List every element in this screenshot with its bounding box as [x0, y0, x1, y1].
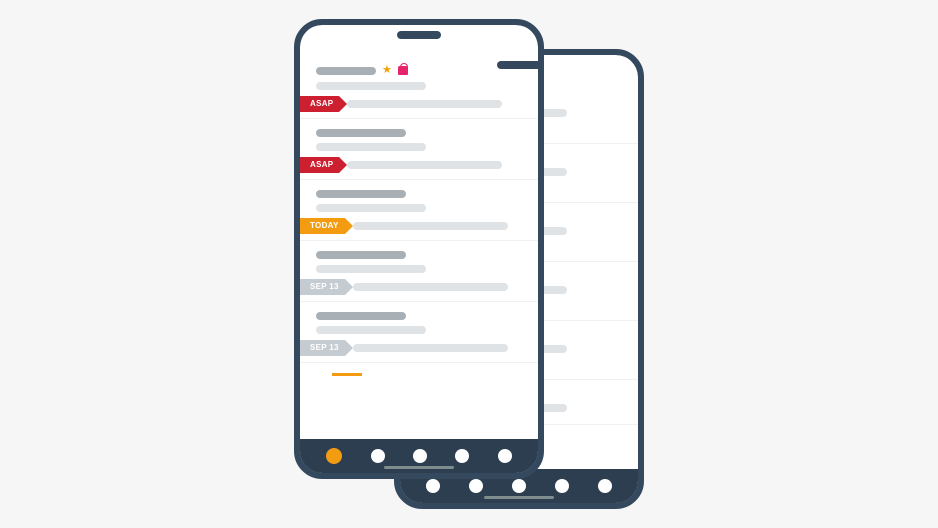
- skeleton-line: [353, 344, 508, 352]
- nav-tab[interactable]: [455, 449, 469, 463]
- skeleton-title: [316, 190, 406, 198]
- skeleton-line: [353, 222, 508, 230]
- nav-tab[interactable]: [512, 479, 526, 493]
- skeleton-line: [316, 204, 426, 212]
- nav-tab[interactable]: [498, 449, 512, 463]
- device-mockup-stage: ★ ASAP ASAP: [294, 19, 644, 509]
- home-indicator: [484, 496, 554, 499]
- notch: [397, 31, 441, 39]
- nav-tab-active[interactable]: [326, 448, 342, 464]
- phone-front: ★ ASAP ASAP: [294, 19, 544, 479]
- priority-tag-today: TODAY: [300, 218, 345, 234]
- accent-strip: [332, 373, 362, 376]
- nav-tab[interactable]: [555, 479, 569, 493]
- notch: [497, 61, 541, 69]
- list-item[interactable]: [300, 363, 538, 376]
- skeleton-title: [316, 312, 406, 320]
- list-item[interactable]: TODAY: [300, 180, 538, 241]
- bag-icon: [398, 66, 408, 75]
- skeleton-line: [316, 265, 426, 273]
- skeleton-line: [347, 161, 502, 169]
- skeleton-line: [316, 82, 426, 90]
- list-item[interactable]: ASAP: [300, 119, 538, 180]
- star-icon: ★: [382, 65, 392, 76]
- skeleton-line: [316, 326, 426, 334]
- nav-tab[interactable]: [598, 479, 612, 493]
- nav-tab[interactable]: [469, 479, 483, 493]
- skeleton-title: [316, 129, 406, 137]
- skeleton-title: [316, 251, 406, 259]
- skeleton-line: [316, 143, 426, 151]
- date-tag: SEP 13: [300, 279, 345, 295]
- skeleton-title: [316, 67, 376, 75]
- priority-tag-asap: ASAP: [300, 157, 339, 173]
- home-indicator: [384, 466, 454, 469]
- list-item[interactable]: SEP 13: [300, 241, 538, 302]
- list-front: ★ ASAP ASAP: [300, 25, 538, 439]
- list-item[interactable]: SEP 13: [300, 302, 538, 363]
- date-tag: SEP 13: [300, 340, 345, 356]
- priority-tag-asap: ASAP: [300, 96, 339, 112]
- nav-tab[interactable]: [413, 449, 427, 463]
- nav-tab[interactable]: [371, 449, 385, 463]
- nav-tab[interactable]: [426, 479, 440, 493]
- screen-front: ★ ASAP ASAP: [300, 25, 538, 473]
- skeleton-line: [347, 100, 502, 108]
- skeleton-line: [353, 283, 508, 291]
